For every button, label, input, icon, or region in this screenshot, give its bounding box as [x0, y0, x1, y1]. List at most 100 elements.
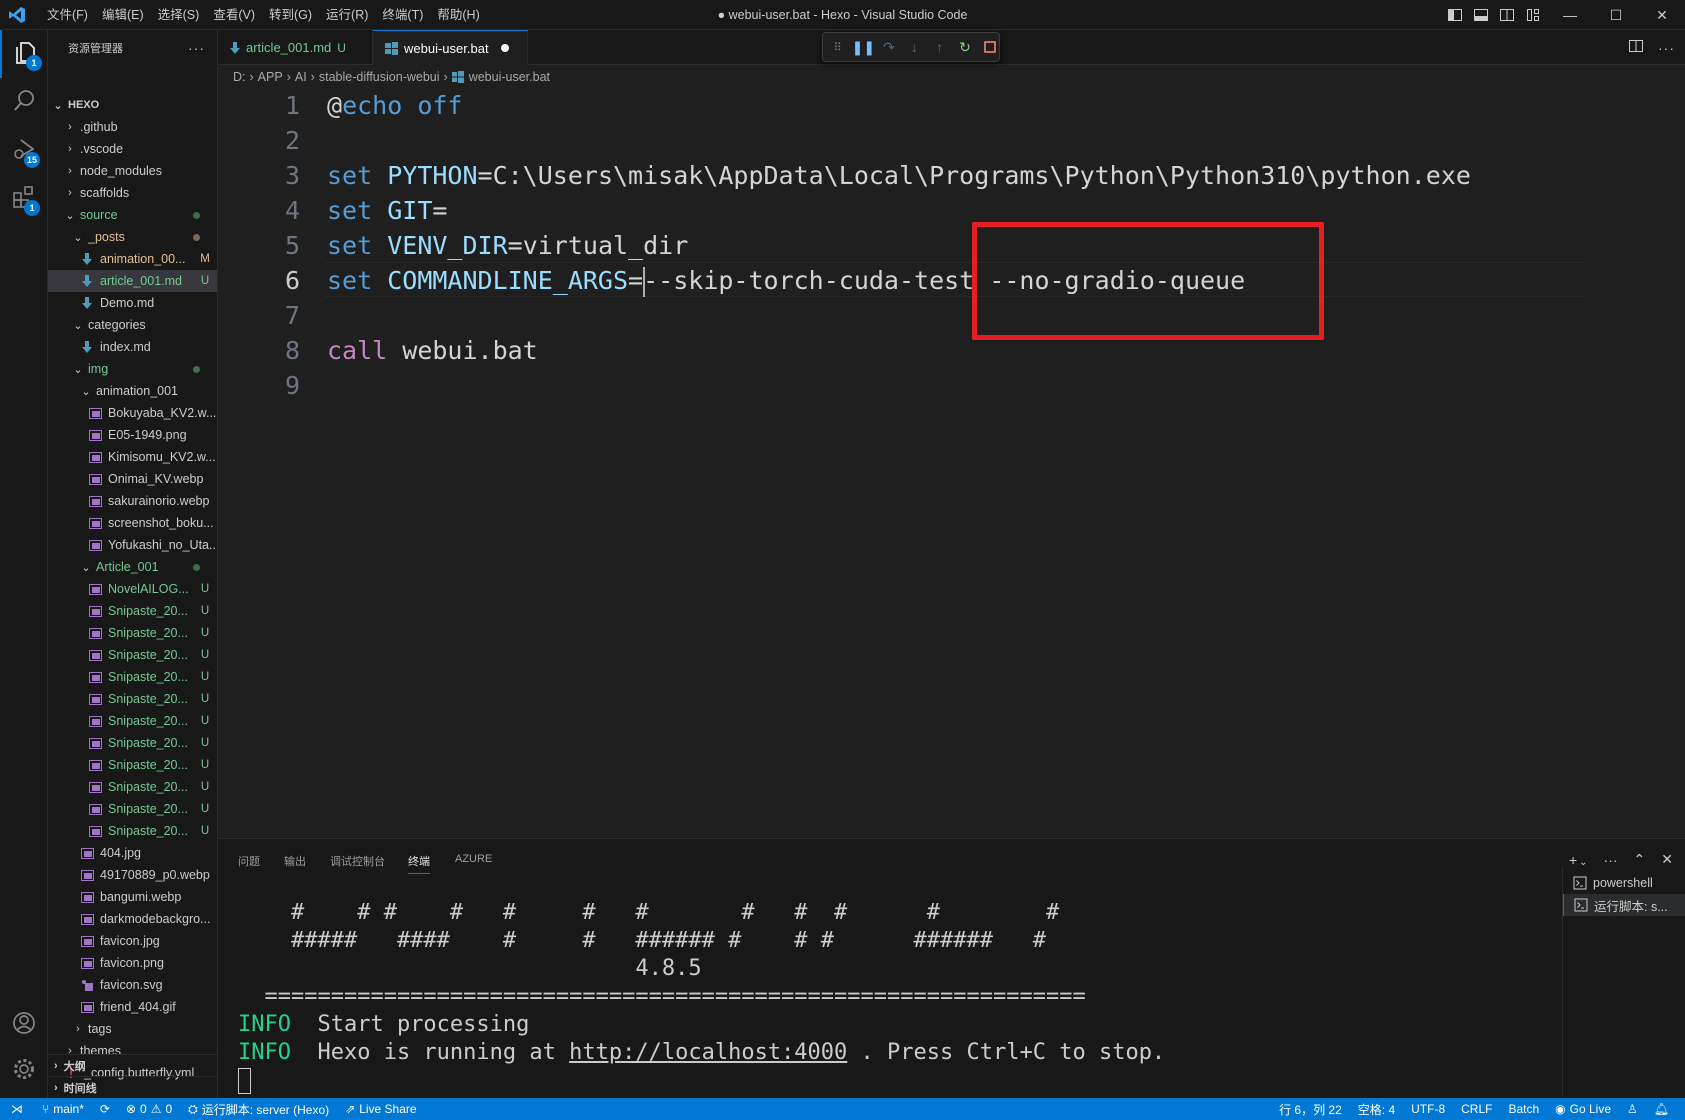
tree-file[interactable]: friend_404.gif: [48, 996, 217, 1018]
maximize-button[interactable]: ☐: [1593, 0, 1639, 30]
tree-file[interactable]: favicon.jpg: [48, 930, 217, 952]
toggle-panel-icon[interactable]: [1472, 6, 1490, 24]
tree-file[interactable]: index.md: [48, 336, 217, 358]
code-line[interactable]: 5 set VENV_DIR=virtual_dir: [218, 228, 1588, 263]
localhost-link[interactable]: http://localhost:4000: [569, 1040, 847, 1065]
tree-folder[interactable]: ⌄ source: [48, 204, 217, 226]
tree-file[interactable]: Kimisomu_KV2.w...: [48, 446, 217, 468]
tree-folder[interactable]: ⌄ Article_001: [48, 556, 217, 578]
drag-handle-icon[interactable]: ⠿: [829, 38, 846, 56]
tree-file[interactable]: Demo.md: [48, 292, 217, 314]
menu-selection[interactable]: 选择(S): [151, 0, 207, 30]
tree-file[interactable]: 404.jpg: [48, 842, 217, 864]
panel-tab-problems[interactable]: 问题: [238, 853, 260, 869]
timeline-section[interactable]: › 时间线: [48, 1076, 217, 1098]
code-line[interactable]: 7: [218, 298, 1588, 333]
go-live-button[interactable]: ◉ Go Live: [1547, 1102, 1619, 1116]
restart-icon[interactable]: ↻: [956, 38, 973, 56]
tree-file[interactable]: sakurainorio.webp: [48, 490, 217, 512]
menu-terminal[interactable]: 终端(T): [375, 0, 430, 30]
panel-tab-terminal[interactable]: 终端: [408, 853, 430, 874]
menu-go[interactable]: 转到(G): [262, 0, 319, 30]
tree-file[interactable]: Snipaste_20... U: [48, 710, 217, 732]
menu-help[interactable]: 帮助(H): [430, 0, 486, 30]
menu-file[interactable]: 文件(F): [40, 0, 95, 30]
tree-folder[interactable]: › .github: [48, 116, 217, 138]
tree-file[interactable]: Snipaste_20... U: [48, 644, 217, 666]
tree-file[interactable]: Bokuyaba_KV2.w...: [48, 402, 217, 424]
code-line[interactable]: 8 call webui.bat: [218, 333, 1588, 368]
code-line[interactable]: 2: [218, 123, 1588, 158]
tree-file[interactable]: favicon.svg: [48, 974, 217, 996]
tree-folder[interactable]: › scaffolds: [48, 182, 217, 204]
git-branch[interactable]: ⑂ main*: [34, 1102, 92, 1116]
tree-file[interactable]: NovelAILOG... U: [48, 578, 217, 600]
tab-webui-user-bat[interactable]: webui-user.bat: [373, 30, 528, 65]
tree-file[interactable]: article_001.md U: [48, 270, 217, 292]
minimize-button[interactable]: —: [1547, 0, 1593, 30]
notifications-button[interactable]: 🔔︎: [1646, 1102, 1677, 1116]
tree-file[interactable]: Snipaste_20... U: [48, 732, 217, 754]
breadcrumb-app[interactable]: APP: [258, 70, 283, 84]
tree-file[interactable]: screenshot_boku...: [48, 512, 217, 534]
tree-folder[interactable]: › tags: [48, 1018, 217, 1040]
menu-edit[interactable]: 编辑(E): [95, 0, 151, 30]
breadcrumb-file[interactable]: webui-user.bat: [469, 70, 550, 84]
cursor-position[interactable]: 行 6，列 22: [1271, 1101, 1350, 1118]
breadcrumb-folder[interactable]: stable-diffusion-webui: [319, 70, 440, 84]
live-share-button[interactable]: ⇗ Live Share: [337, 1102, 424, 1116]
search-button[interactable]: [0, 78, 48, 126]
breadcrumb-ai[interactable]: AI: [295, 70, 307, 84]
manage-button[interactable]: [0, 1046, 48, 1094]
tree-file[interactable]: Snipaste_20... U: [48, 798, 217, 820]
code-line[interactable]: 9: [218, 368, 1588, 403]
running-task[interactable]: ⛭ 运行脚本: server (Hexo): [180, 1101, 337, 1118]
more-actions-icon[interactable]: ···: [188, 40, 205, 56]
outline-section[interactable]: › 大纲: [48, 1054, 217, 1076]
problems-indicator[interactable]: ⊗ 0 ⚠ 0: [118, 1102, 180, 1116]
menu-view[interactable]: 查看(V): [206, 0, 262, 30]
toggle-secondary-sidebar-icon[interactable]: [1498, 6, 1516, 24]
step-out-icon[interactable]: ↑: [931, 38, 948, 56]
extensions-button[interactable]: 1: [0, 174, 48, 222]
terminal-output[interactable]: # # # # # # # # # # # # ##### #### # # #…: [238, 899, 1165, 1120]
tree-file[interactable]: Snipaste_20... U: [48, 820, 217, 842]
tree-file[interactable]: favicon.png: [48, 952, 217, 974]
panel-tab-output[interactable]: 输出: [284, 853, 306, 869]
tree-file[interactable]: Snipaste_20... U: [48, 600, 217, 622]
code-line[interactable]: 1 @echo off: [218, 88, 1588, 123]
indentation[interactable]: 空格: 4: [1350, 1101, 1403, 1118]
tree-file[interactable]: Snipaste_20... U: [48, 622, 217, 644]
code-line[interactable]: 3 set PYTHON=C:\Users\misak\AppData\Local…: [218, 158, 1588, 193]
account-button[interactable]: [0, 1000, 48, 1048]
tree-file[interactable]: Snipaste_20... U: [48, 666, 217, 688]
remote-indicator[interactable]: ⋊: [0, 1102, 34, 1116]
sync-button[interactable]: ⟳: [92, 1102, 118, 1116]
menu-run[interactable]: 运行(R): [319, 0, 375, 30]
panel-tab-azure[interactable]: AZURE: [455, 853, 492, 865]
end-of-line[interactable]: CRLF: [1453, 1102, 1500, 1116]
stop-icon[interactable]: [982, 38, 999, 56]
unsaved-dot-icon[interactable]: [500, 44, 509, 52]
code-line[interactable]: 4 set GIT=: [218, 193, 1588, 228]
tab-article-001-md[interactable]: article_001.md U: [218, 30, 373, 65]
workspace-root[interactable]: ⌄ HEXO: [48, 94, 217, 116]
step-over-icon[interactable]: ↷: [880, 38, 897, 56]
language-mode[interactable]: Batch: [1500, 1102, 1547, 1116]
customize-layout-icon[interactable]: [1524, 6, 1542, 24]
close-window-button[interactable]: ✕: [1639, 0, 1685, 30]
tree-folder[interactable]: ⌄ categories: [48, 314, 217, 336]
tree-file[interactable]: Snipaste_20... U: [48, 688, 217, 710]
tree-folder[interactable]: ⌄ img: [48, 358, 217, 380]
code-line[interactable]: 6 set COMMANDLINE_ARGS=--skip-torch-cuda-…: [218, 263, 1588, 298]
accounts-feedback-button[interactable]: ♙: [1619, 1102, 1646, 1116]
tree-folder[interactable]: ⌄ animation_001: [48, 380, 217, 402]
terminal-item-run-script[interactable]: 运行脚本: s...: [1563, 894, 1685, 916]
tree-folder[interactable]: › .vscode: [48, 138, 217, 160]
pause-icon[interactable]: ❚❚: [852, 38, 875, 56]
tree-folder[interactable]: › node_modules: [48, 160, 217, 182]
breadcrumb-drive[interactable]: D:: [233, 70, 246, 84]
toggle-primary-sidebar-icon[interactable]: [1446, 6, 1464, 24]
terminal-item-powershell[interactable]: powershell: [1563, 872, 1685, 894]
tree-file[interactable]: bangumi.webp: [48, 886, 217, 908]
